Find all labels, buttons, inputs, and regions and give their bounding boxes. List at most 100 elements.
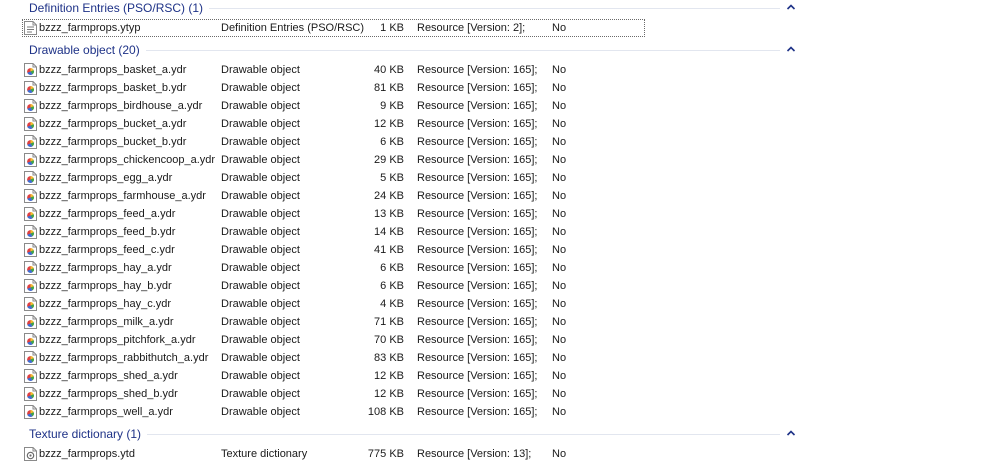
- ydr-file-icon: [24, 225, 37, 239]
- file-type: Drawable object: [221, 154, 300, 166]
- file-size: 6 KB: [380, 136, 404, 148]
- resource-info: Resource [Version: 165];: [417, 316, 538, 328]
- file-type: Drawable object: [221, 82, 300, 94]
- file-row[interactable]: bzzz_farmprops_feed_a.ydr Drawable object…: [22, 205, 645, 223]
- resource-info: Resource [Version: 165];: [417, 334, 538, 346]
- flag-value: No: [552, 262, 567, 274]
- file-row[interactable]: bzzz_farmprops_feed_c.ydr Drawable object…: [22, 241, 645, 259]
- flag-value: No: [552, 154, 567, 166]
- resource-info: Resource [Version: 165];: [417, 370, 538, 382]
- group-title: Drawable object (20): [29, 43, 140, 57]
- file-row[interactable]: bzzz_farmprops_bucket_b.ydr Drawable obje…: [22, 133, 645, 151]
- file-name: bzzz_farmprops_feed_b.ydr: [39, 226, 176, 238]
- file-type: Drawable object: [221, 226, 300, 238]
- ydr-file-icon: [24, 369, 37, 383]
- group-header[interactable]: Texture dictionary (1): [22, 426, 802, 444]
- file-type: Drawable object: [221, 316, 300, 328]
- file-row[interactable]: bzzz_farmprops_basket_b.ydr Drawable obje…: [22, 79, 645, 97]
- file-row[interactable]: bzzz_farmprops_shed_b.ydr Drawable object…: [22, 385, 645, 403]
- file-type: Drawable object: [221, 208, 300, 220]
- file-name: bzzz_farmprops_bucket_a.ydr: [39, 118, 187, 130]
- ydr-file-icon: [24, 297, 37, 311]
- file-row[interactable]: bzzz_farmprops_chickencoop_a.ydr Drawable…: [22, 151, 645, 169]
- file-type: Drawable object: [221, 406, 300, 418]
- file-size: 4 KB: [380, 298, 404, 310]
- file-type: Drawable object: [221, 298, 300, 310]
- resource-info: Resource [Version: 165];: [417, 208, 538, 220]
- file-size: 5 KB: [380, 172, 404, 184]
- resource-info: Resource [Version: 165];: [417, 118, 538, 130]
- resource-info: Resource [Version: 13];: [417, 448, 532, 460]
- chevron-up-icon[interactable]: [786, 44, 796, 54]
- file-size: 6 KB: [380, 262, 404, 274]
- file-row[interactable]: bzzz_farmprops_basket_a.ydr Drawable obje…: [22, 61, 645, 79]
- file-size: 12 KB: [374, 118, 404, 130]
- file-row[interactable]: bzzz_farmprops_pitchfork_a.ydr Drawable o…: [22, 331, 645, 349]
- file-size: 40 KB: [374, 64, 404, 76]
- file-name: bzzz_farmprops_hay_c.ydr: [39, 298, 172, 310]
- file-type: Drawable object: [221, 172, 300, 184]
- file-row[interactable]: bzzz_farmprops_milk_a.ydr Drawable object…: [22, 313, 645, 331]
- flag-value: No: [552, 190, 567, 202]
- file-name: bzzz_farmprops_shed_b.ydr: [39, 388, 178, 400]
- flag-value: No: [552, 82, 567, 94]
- ydr-file-icon: [24, 63, 37, 77]
- file-size: 12 KB: [374, 370, 404, 382]
- ydr-file-icon: [24, 81, 37, 95]
- resource-info: Resource [Version: 165];: [417, 244, 538, 256]
- flag-value: No: [552, 334, 567, 346]
- flag-value: No: [552, 388, 567, 400]
- file-row[interactable]: bzzz_farmprops.ytd Texture dictionary 775 …: [22, 445, 645, 463]
- ytyp-file-icon: [24, 21, 37, 35]
- file-type: Drawable object: [221, 370, 300, 382]
- flag-value: No: [552, 298, 567, 310]
- file-row[interactable]: bzzz_farmprops_egg_a.ydr Drawable object 5…: [22, 169, 645, 187]
- file-size: 29 KB: [374, 154, 404, 166]
- file-row[interactable]: bzzz_farmprops_hay_c.ydr Drawable object 4…: [22, 295, 645, 313]
- resource-info: Resource [Version: 165];: [417, 226, 538, 238]
- ydr-file-icon: [24, 261, 37, 275]
- file-name: bzzz_farmprops.ytd: [39, 448, 135, 460]
- file-size: 9 KB: [380, 100, 404, 112]
- file-size: 775 KB: [367, 448, 404, 460]
- flag-value: No: [552, 406, 567, 418]
- file-type: Texture dictionary: [221, 448, 308, 460]
- ydr-file-icon: [24, 135, 37, 149]
- resource-info: Resource [Version: 165];: [417, 352, 538, 364]
- file-row[interactable]: bzzz_farmprops_farmhouse_a.ydr Drawable o…: [22, 187, 645, 205]
- ydr-file-icon: [24, 315, 37, 329]
- ydr-file-icon: [24, 351, 37, 365]
- ydr-file-icon: [24, 405, 37, 419]
- file-type: Drawable object: [221, 118, 300, 130]
- file-row[interactable]: bzzz_farmprops_rabbithutch_a.ydr Drawable…: [22, 349, 645, 367]
- group-title: Texture dictionary (1): [29, 427, 142, 441]
- file-row[interactable]: bzzz_farmprops_hay_b.ydr Drawable object 6…: [22, 277, 645, 295]
- group-header[interactable]: Drawable object (20): [22, 42, 802, 60]
- chevron-up-icon[interactable]: [786, 428, 796, 438]
- file-name: bzzz_farmprops_farmhouse_a.ydr: [39, 190, 206, 202]
- file-row[interactable]: bzzz_farmprops_birdhouse_a.ydr Drawable o…: [22, 97, 645, 115]
- file-size: 13 KB: [374, 208, 404, 220]
- flag-value: No: [552, 352, 567, 364]
- file-size: 83 KB: [374, 352, 404, 364]
- chevron-up-icon[interactable]: [786, 2, 796, 12]
- file-row[interactable]: bzzz_farmprops_bucket_a.ydr Drawable obje…: [22, 115, 645, 133]
- file-type: Drawable object: [221, 190, 300, 202]
- flag-value: No: [552, 244, 567, 256]
- ydr-file-icon: [24, 189, 37, 203]
- file-size: 24 KB: [374, 190, 404, 202]
- file-row[interactable]: bzzz_farmprops_shed_a.ydr Drawable object…: [22, 367, 645, 385]
- file-size: 12 KB: [374, 388, 404, 400]
- flag-value: No: [552, 64, 567, 76]
- file-name: bzzz_farmprops_basket_a.ydr: [39, 64, 187, 76]
- resource-info: Resource [Version: 2];: [417, 22, 526, 34]
- file-row[interactable]: bzzz_farmprops.ytyp Definition Entries (P…: [22, 19, 645, 37]
- flag-value: No: [552, 22, 567, 34]
- flag-value: No: [552, 370, 567, 382]
- file-row[interactable]: bzzz_farmprops_hay_a.ydr Drawable object 6…: [22, 259, 645, 277]
- file-row[interactable]: bzzz_farmprops_well_a.ydr Drawable object…: [22, 403, 645, 421]
- group-header[interactable]: Definition Entries (PSO/RSC) (1): [22, 0, 802, 18]
- file-name: bzzz_farmprops_chickencoop_a.ydr: [39, 154, 216, 166]
- file-row[interactable]: bzzz_farmprops_feed_b.ydr Drawable object…: [22, 223, 645, 241]
- ytd-file-icon: [24, 447, 37, 461]
